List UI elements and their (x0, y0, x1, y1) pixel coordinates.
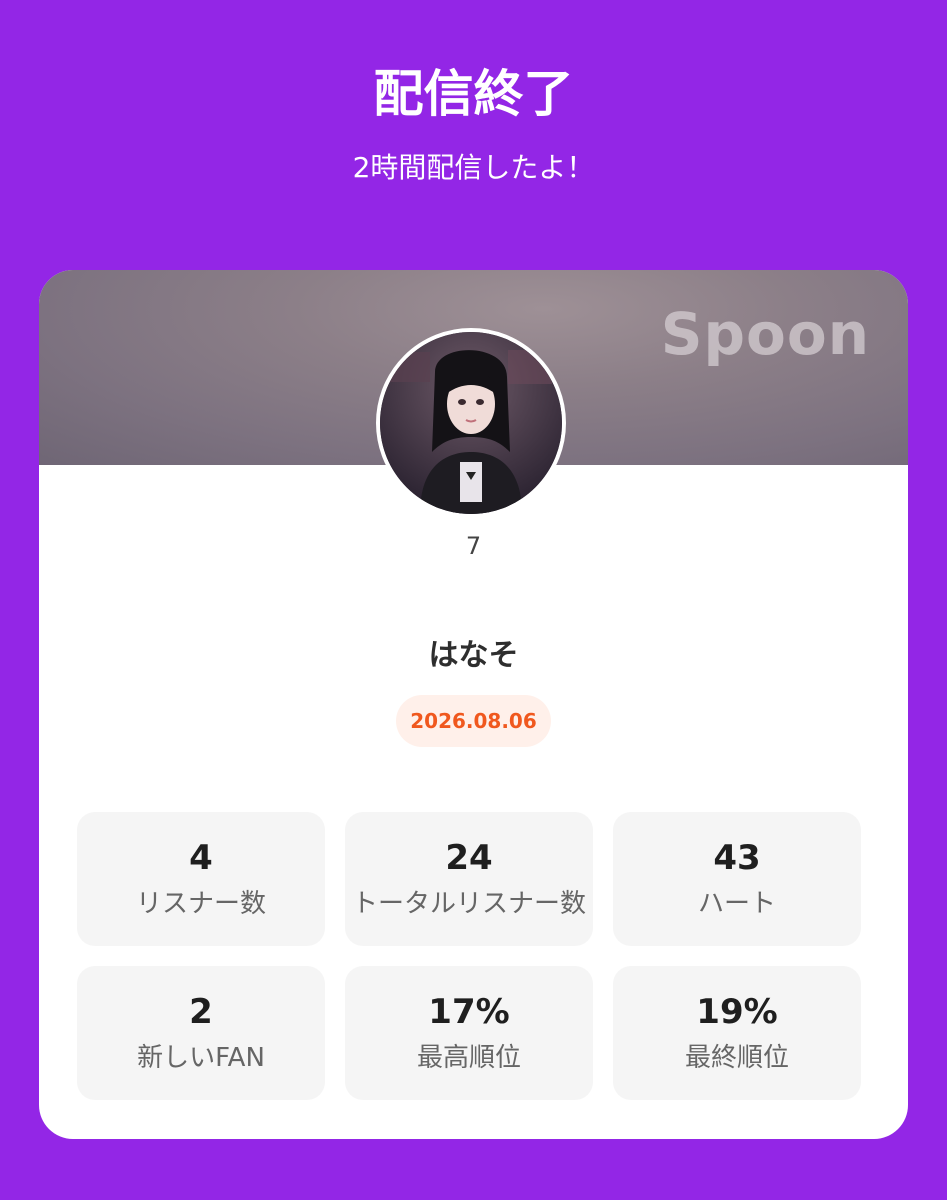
stat-label: ハート (697, 889, 776, 919)
stat-label: 最高順位 (416, 1043, 521, 1073)
stat-value: 24 (445, 838, 493, 878)
user-level: 7 (465, 532, 482, 560)
stat-final-rank: 19% 最終順位 (613, 966, 861, 1100)
stat-value: 4 (189, 838, 213, 878)
brand-logo: Spoon (660, 300, 870, 368)
date-badge-wrap: 2026.08.06 (39, 695, 908, 747)
stats-grid: 4 リスナー数 24 トータルリスナー数 43 ハート 2 新しいFAN 17%… (77, 812, 861, 1100)
avatar[interactable] (376, 328, 566, 518)
user-name: はなそ (428, 638, 519, 673)
summary-card: Spoon 7 はなそ 2026.08.06 4 リスナー数 24 トータルリス… (39, 270, 908, 1139)
page-title: 配信終了 (373, 65, 574, 123)
stat-hearts: 43 ハート (613, 812, 861, 946)
stat-label: 新しいFAN (137, 1043, 265, 1073)
stat-highest-rank: 17% 最高順位 (345, 966, 593, 1100)
stat-label: リスナー数 (135, 889, 266, 919)
avatar-image (380, 332, 562, 514)
stat-total-listeners: 24 トータルリスナー数 (345, 812, 593, 946)
stat-value: 2 (189, 992, 213, 1032)
date-badge: 2026.08.06 (396, 695, 551, 747)
stat-value: 17% (428, 992, 510, 1032)
stat-value: 43 (713, 838, 761, 878)
stat-value: 19% (696, 992, 778, 1032)
stat-listeners: 4 リスナー数 (77, 812, 325, 946)
stat-label: トータルリスナー数 (351, 889, 586, 919)
stat-label: 最終順位 (684, 1043, 789, 1073)
page-subtitle: 2時間配信したよ！ (352, 151, 595, 184)
stat-new-fans: 2 新しいFAN (77, 966, 325, 1100)
